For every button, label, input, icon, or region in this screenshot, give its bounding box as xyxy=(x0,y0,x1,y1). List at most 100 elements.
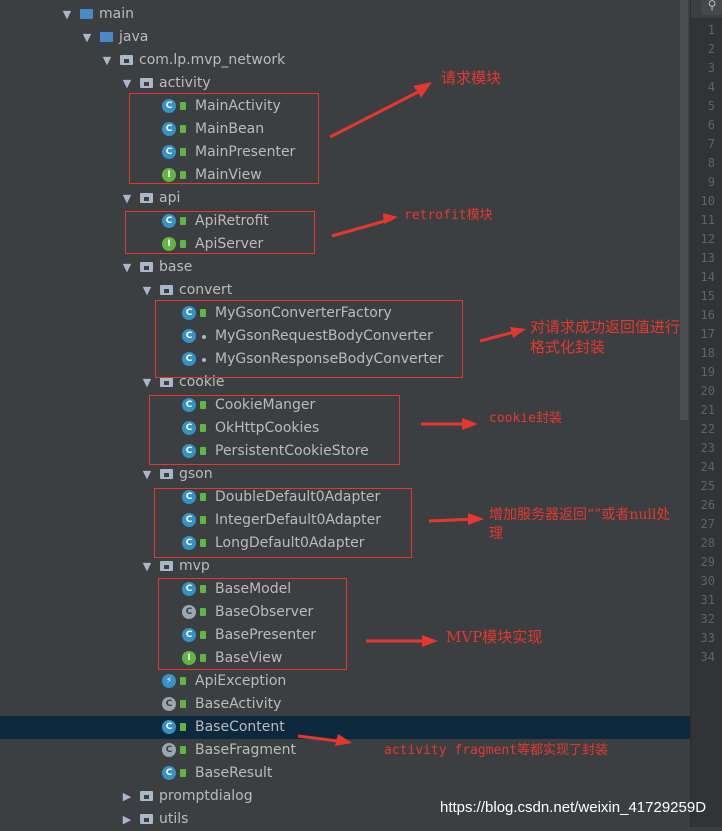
interface-icon: I xyxy=(162,237,176,251)
public-access-icon xyxy=(180,746,186,754)
tree-item-label: com.lp.mvp_network xyxy=(139,52,286,68)
class-icon: C xyxy=(162,214,176,228)
package-private-icon xyxy=(202,358,206,362)
tree-file-row[interactable]: C OkHttpCookies xyxy=(0,417,690,440)
tree-item-label: MainActivity xyxy=(195,98,281,114)
tree-folder-row[interactable]: ▶ utils xyxy=(0,808,690,831)
expand-arrow-icon[interactable]: ▼ xyxy=(120,187,134,210)
folder-icon xyxy=(160,377,173,387)
package-private-icon xyxy=(202,335,206,339)
folder-icon xyxy=(120,55,133,65)
tree-file-row[interactable]: I ApiServer xyxy=(0,233,690,256)
line-number: 20 xyxy=(700,384,715,398)
public-access-icon xyxy=(180,171,186,179)
tree-file-row[interactable]: ⚡ ApiException xyxy=(0,670,690,693)
class-icon: C xyxy=(182,306,196,320)
collapse-arrow-icon[interactable]: ▶ xyxy=(120,785,134,808)
line-number: 10 xyxy=(700,194,715,208)
public-access-icon xyxy=(200,516,206,524)
folder-icon xyxy=(140,262,153,272)
tree-folder-row[interactable]: ▼ convert xyxy=(0,279,690,302)
tree-item-label: BaseResult xyxy=(195,765,273,781)
class-icon: C xyxy=(162,99,176,113)
tree-file-row[interactable]: C BaseObserver xyxy=(0,601,690,624)
tree-folder-row[interactable]: ▼ base xyxy=(0,256,690,279)
line-number: 5 xyxy=(707,99,715,113)
tree-file-row[interactable]: I BaseView xyxy=(0,647,690,670)
folder-icon xyxy=(160,469,173,479)
tree-file-row[interactable]: C IntegerDefault0Adapter xyxy=(0,509,690,532)
expand-arrow-icon[interactable]: ▼ xyxy=(140,463,154,486)
tree-file-row[interactable]: C MainActivity xyxy=(0,95,690,118)
expand-arrow-icon[interactable]: ▼ xyxy=(80,26,94,49)
public-access-icon xyxy=(180,700,186,708)
public-access-icon xyxy=(200,493,206,501)
folder-icon xyxy=(140,791,153,801)
tree-folder-row[interactable]: ▼ activity xyxy=(0,72,690,95)
tree-folder-row[interactable]: ▼ main xyxy=(0,3,690,26)
public-access-icon xyxy=(200,654,206,662)
class-icon: C xyxy=(182,444,196,458)
tree-file-row[interactable]: C BaseActivity xyxy=(0,693,690,716)
line-number: 9 xyxy=(707,175,715,189)
tree-file-row[interactable]: C BaseModel xyxy=(0,578,690,601)
editor-gutter: ⚲ 1 2 3 4 5 6 7 8 9 10 11 12 13 14 15 16 17 18 19 20 21 22 23 2… xyxy=(690,0,722,827)
tree-folder-row[interactable]: ▼ cookie xyxy=(0,371,690,394)
tree-folder-row[interactable]: ▼ com.lp.mvp_network xyxy=(0,49,690,72)
public-access-icon xyxy=(180,148,186,156)
tree-file-row[interactable]: C MyGsonResponseBodyConverter xyxy=(0,348,690,371)
search-icon[interactable]: ⚲ xyxy=(701,0,722,15)
line-number: 17 xyxy=(700,327,715,341)
tree-file-row[interactable]: C BaseFragment xyxy=(0,739,690,762)
tree-scrollbar[interactable] xyxy=(680,0,688,420)
expand-arrow-icon[interactable]: ▼ xyxy=(140,279,154,302)
tree-file-row[interactable]: C MainBean xyxy=(0,118,690,141)
expand-arrow-icon[interactable]: ▼ xyxy=(60,3,74,26)
tree-file-row[interactable]: I MainView xyxy=(0,164,690,187)
tree-item-label: api xyxy=(159,190,181,206)
project-tree-panel[interactable]: ▼ main ▼ java ▼ com.lp.mvp_network ▼ activity C M… xyxy=(0,0,690,827)
class-icon: C xyxy=(182,536,196,550)
tree-file-row[interactable]: C MainPresenter xyxy=(0,141,690,164)
tree-file-row[interactable]: C MyGsonRequestBodyConverter xyxy=(0,325,690,348)
tree-folder-row[interactable]: ▶ promptdialog xyxy=(0,785,690,808)
class-icon: C xyxy=(182,582,196,596)
tree-item-label: ApiRetrofit xyxy=(195,213,269,229)
tree-file-row[interactable]: C MyGsonConverterFactory xyxy=(0,302,690,325)
tree-file-row[interactable]: C CookieManger xyxy=(0,394,690,417)
line-number: 34 xyxy=(700,650,715,664)
public-access-icon xyxy=(200,608,206,616)
expand-arrow-icon[interactable]: ▼ xyxy=(120,72,134,95)
tree-folder-row[interactable]: ▼ java xyxy=(0,26,690,49)
line-number: 6 xyxy=(707,118,715,132)
line-number: 23 xyxy=(700,441,715,455)
tree-file-row[interactable]: C BasePresenter xyxy=(0,624,690,647)
expand-arrow-icon[interactable]: ▼ xyxy=(100,49,114,72)
tree-item-label: OkHttpCookies xyxy=(215,420,320,436)
public-access-icon xyxy=(180,723,186,731)
expand-arrow-icon[interactable]: ▼ xyxy=(140,371,154,394)
tree-file-row[interactable]: C BaseResult xyxy=(0,762,690,785)
tree-item-label: MainPresenter xyxy=(195,144,296,160)
tree-folder-row[interactable]: ▼ mvp xyxy=(0,555,690,578)
tree-item-label: MainBean xyxy=(195,121,265,137)
tree-folder-row[interactable]: ▼ api xyxy=(0,187,690,210)
class-icon: C xyxy=(182,352,196,366)
tree-file-row[interactable]: C DoubleDefault0Adapter xyxy=(0,486,690,509)
expand-arrow-icon[interactable]: ▼ xyxy=(120,256,134,279)
class-icon: C xyxy=(182,513,196,527)
tree-item-label: MainView xyxy=(195,167,262,183)
folder-icon xyxy=(80,9,93,19)
tree-file-row[interactable]: C PersistentCookieStore xyxy=(0,440,690,463)
line-number: 22 xyxy=(700,422,715,436)
public-access-icon xyxy=(180,217,186,225)
tree-file-row[interactable]: C ApiRetrofit xyxy=(0,210,690,233)
tree-folder-row[interactable]: ▼ gson xyxy=(0,463,690,486)
tree-file-row[interactable]: C LongDefault0Adapter xyxy=(0,532,690,555)
collapse-arrow-icon[interactable]: ▶ xyxy=(120,808,134,831)
tree-file-row[interactable]: C BaseContent xyxy=(0,716,690,739)
tree-item-label: BaseContent xyxy=(195,719,285,735)
interface-icon: I xyxy=(182,651,196,665)
tree-item-label: BaseView xyxy=(215,650,283,666)
expand-arrow-icon[interactable]: ▼ xyxy=(140,555,154,578)
